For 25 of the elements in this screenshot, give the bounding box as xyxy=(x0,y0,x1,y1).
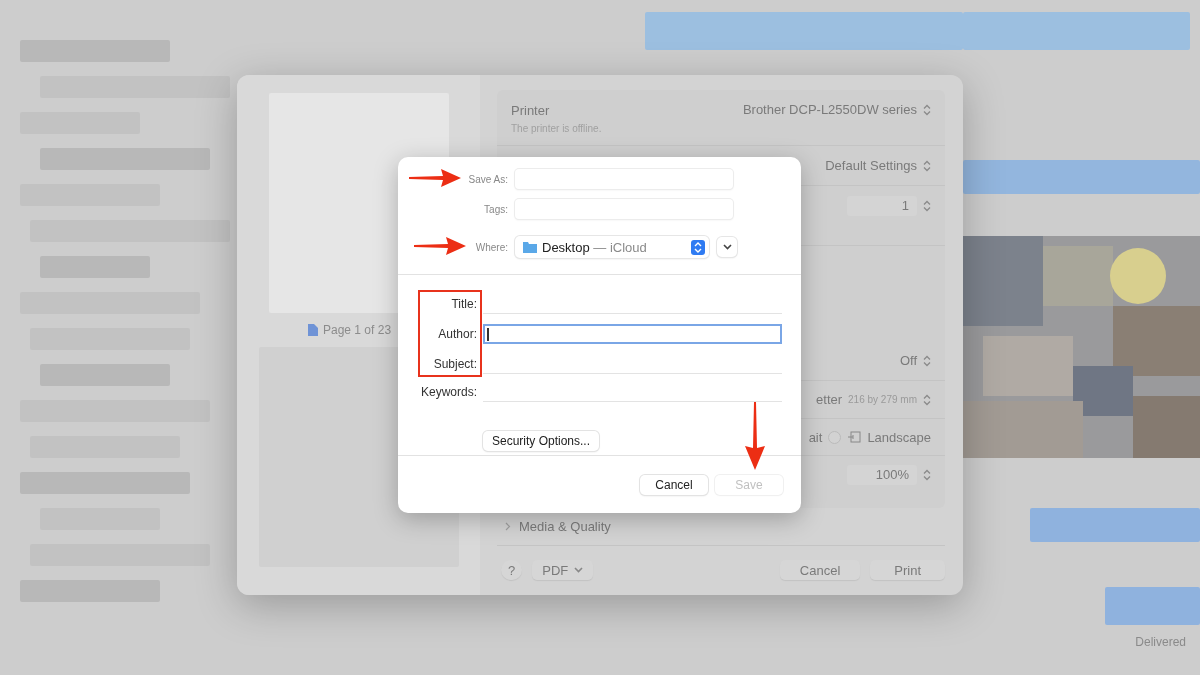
tags-label: Tags: xyxy=(484,203,508,215)
popup-value[interactable]: Off xyxy=(899,353,931,368)
pdf-button[interactable]: PDF xyxy=(532,560,594,580)
landscape-label[interactable]: Landscape xyxy=(867,429,931,445)
scale-field[interactable]: 100% xyxy=(847,464,917,485)
location-popup[interactable]: Desktop — iCloud xyxy=(515,236,709,258)
cancel-button[interactable]: Cancel xyxy=(779,560,861,580)
field-label: Author: xyxy=(437,327,477,341)
cancel-button[interactable]: Cancel xyxy=(640,474,708,495)
printer-value[interactable]: Brother DCP-L2550DW series xyxy=(742,102,917,117)
security-options-button[interactable]: Security Options... xyxy=(483,431,600,451)
presets-value[interactable]: Default Settings xyxy=(825,158,917,173)
message-status: Delivered xyxy=(1135,635,1186,649)
printer-label: Printer xyxy=(511,103,550,118)
field-label: Keywords: xyxy=(419,384,477,399)
copies-field[interactable]: 1 xyxy=(847,196,917,216)
orientation-label: ait xyxy=(808,429,823,445)
save-as-label: Save As: xyxy=(468,173,508,185)
page-count: Page 1 of 23 xyxy=(323,323,392,337)
help-button[interactable]: ? xyxy=(501,560,523,580)
field-label: Title: xyxy=(450,297,477,311)
print-button[interactable]: Print xyxy=(870,560,945,580)
paper-size-value[interactable]: etter xyxy=(816,392,843,407)
where-label: Where: xyxy=(475,241,508,253)
field-label: Subject: xyxy=(432,356,477,371)
